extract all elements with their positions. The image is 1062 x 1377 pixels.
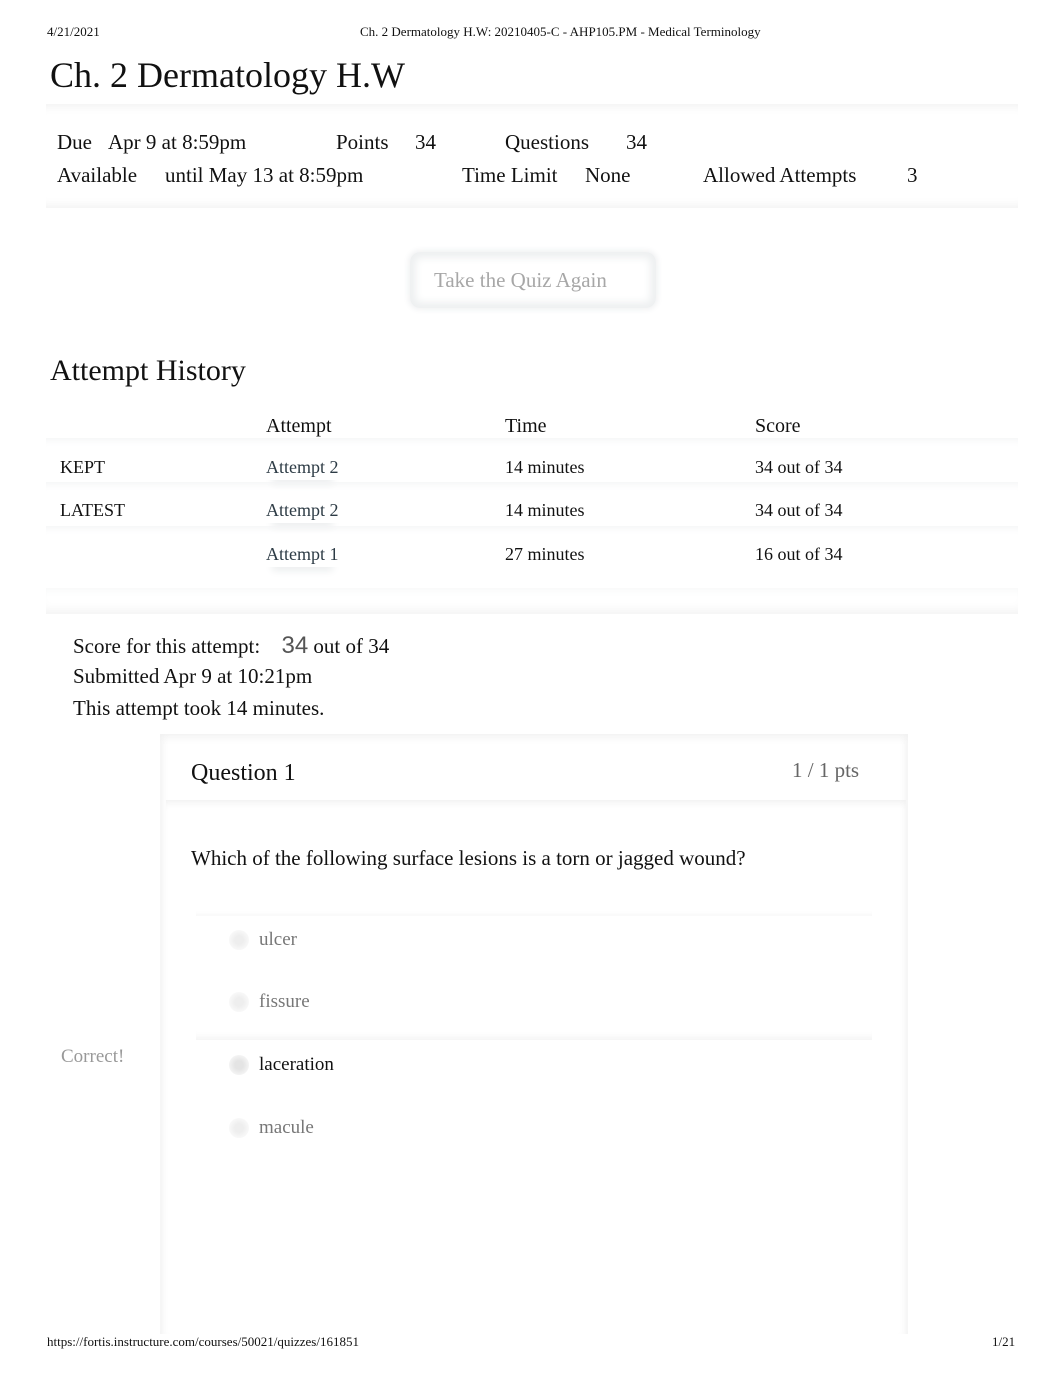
points-value: 34 bbox=[415, 130, 436, 154]
attempt-link[interactable]: Attempt 1 bbox=[266, 544, 339, 567]
correct-answer-flag: Correct! bbox=[61, 1046, 125, 1067]
due-label: Due bbox=[57, 130, 92, 154]
time-limit-value: None bbox=[585, 163, 631, 187]
row-tag: KEPT bbox=[60, 457, 105, 477]
score-summary: Score for this attempt: 34 out of 34 bbox=[73, 632, 389, 660]
available-value: until May 13 at 8:59pm bbox=[165, 163, 364, 187]
attempt-time: 14 minutes bbox=[505, 457, 585, 477]
time-limit-label: Time Limit bbox=[462, 163, 558, 187]
attempt-link[interactable]: Attempt 2 bbox=[266, 457, 339, 480]
print-url: https://fortis.instructure.com/courses/5… bbox=[47, 1334, 359, 1349]
attempt-score: 34 out of 34 bbox=[755, 500, 843, 520]
answer-option: fissure bbox=[259, 991, 310, 1012]
attempt-history-title: Attempt History bbox=[50, 354, 246, 387]
points-label: Points bbox=[336, 130, 389, 154]
questions-label: Questions bbox=[505, 130, 589, 154]
print-date: 4/21/2021 bbox=[47, 24, 100, 39]
score-value: 34 bbox=[281, 632, 309, 659]
attempt-score: 16 out of 34 bbox=[755, 544, 843, 564]
available-label: Available bbox=[57, 163, 138, 187]
print-document-title: Ch. 2 Dermatology H.W: 20210405-C - AHP1… bbox=[360, 24, 761, 39]
allowed-attempts-label: Allowed Attempts bbox=[703, 163, 857, 187]
submitted-time: Submitted Apr 9 at 10:21pm bbox=[73, 664, 313, 688]
question-header-divider bbox=[166, 800, 906, 816]
attempt-duration: This attempt took 14 minutes. bbox=[73, 696, 325, 720]
due-value: Apr 9 at 8:59pm bbox=[108, 130, 247, 154]
radio-unselected-icon[interactable] bbox=[229, 1118, 249, 1138]
question-text: Which of the following surface lesions i… bbox=[191, 846, 746, 870]
answer-option: ulcer bbox=[259, 929, 297, 950]
row-tag: LATEST bbox=[60, 500, 125, 520]
questions-value: 34 bbox=[626, 130, 647, 154]
page-title: Ch. 2 Dermatology H.W bbox=[50, 55, 405, 95]
attempt-time: 14 minutes bbox=[505, 500, 585, 520]
score-label: Score for this attempt: bbox=[73, 634, 261, 658]
column-header-time: Time bbox=[505, 415, 547, 437]
column-header-attempt: Attempt bbox=[266, 415, 332, 437]
question-points: 1 / 1 pts bbox=[792, 758, 860, 782]
attempt-time: 27 minutes bbox=[505, 544, 585, 564]
correct-answer-divider bbox=[196, 1024, 872, 1040]
print-page-number: 1/21 bbox=[992, 1334, 1016, 1349]
radio-unselected-icon[interactable] bbox=[229, 930, 249, 950]
attempt-score: 34 out of 34 bbox=[755, 457, 843, 477]
allowed-attempts-value: 3 bbox=[907, 163, 918, 187]
answer-option-correct: laceration bbox=[259, 1054, 334, 1075]
answer-option: macule bbox=[259, 1117, 314, 1138]
column-header-score: Score bbox=[755, 415, 801, 437]
answers-divider bbox=[196, 908, 872, 916]
attempt-link[interactable]: Attempt 2 bbox=[266, 500, 339, 523]
radio-selected-icon[interactable] bbox=[229, 1055, 249, 1075]
question-title: Question 1 bbox=[191, 760, 296, 786]
take-quiz-again-button[interactable]: Take the Quiz Again bbox=[410, 252, 656, 308]
radio-unselected-icon[interactable] bbox=[229, 992, 249, 1012]
table-footer bbox=[46, 588, 1018, 614]
quiz-details-panel bbox=[46, 104, 1018, 208]
score-suffix: out of 34 bbox=[313, 634, 390, 658]
